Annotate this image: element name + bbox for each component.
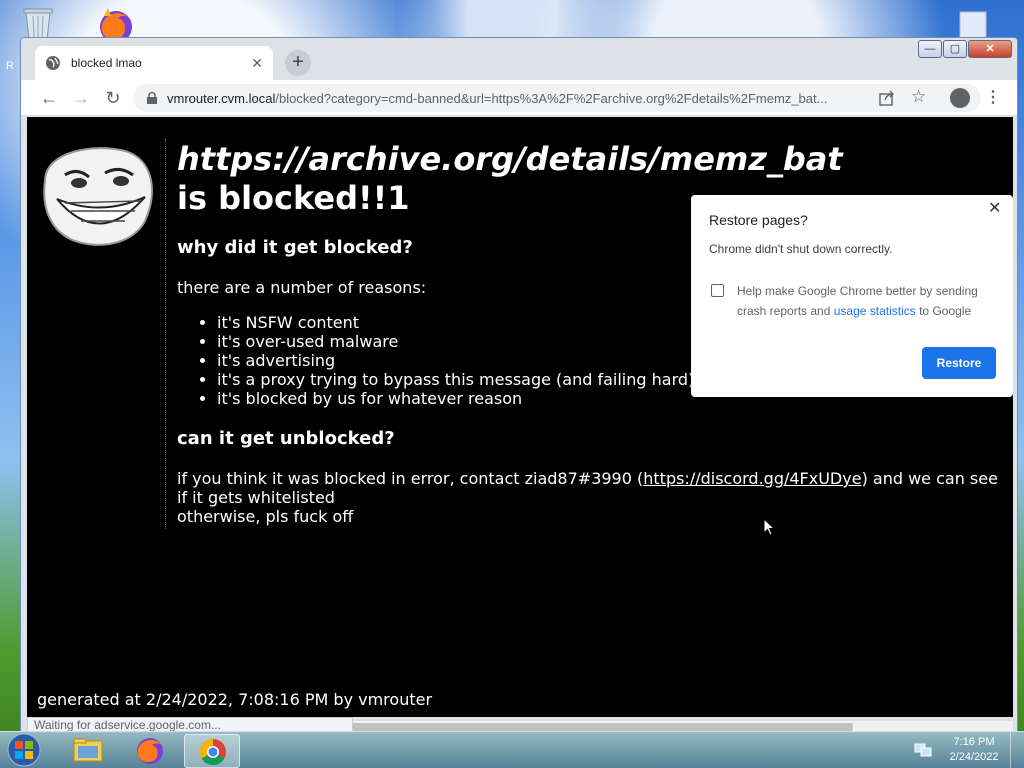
taskbar-firefox[interactable] [122,734,178,768]
restore-pages-dialog: Restore pages? ✕ Chrome didn't shut down… [691,195,1013,397]
browser-window: blocked lmao ✕ + — ▢ ✕ ← → ↻ vmrouter.cv… [20,37,1018,733]
dialog-message: Chrome didn't shut down correctly. [709,242,893,256]
start-orb-icon[interactable] [4,732,44,768]
tab-strip: blocked lmao ✕ + — ▢ ✕ [21,38,1017,80]
network-icon[interactable] [914,742,932,758]
checkbox-label-tail: to Google [915,304,972,318]
file-icon[interactable] [956,10,992,40]
unblock-text: if you think it was blocked in error, co… [177,469,644,488]
bookmark-star-icon[interactable]: ☆ [911,87,926,107]
trollface-image [43,147,153,246]
globe-icon [46,56,60,70]
explorer-icon [73,738,103,762]
share-icon[interactable] [879,90,895,106]
clock-time: 7:16 PM [953,736,995,748]
browser-toolbar: ← → ↻ vmrouter.cvm.local/blocked?categor… [21,80,1017,116]
forward-arrow-icon[interactable]: → [69,86,93,110]
dialog-title: Restore pages? [709,212,808,228]
restore-button[interactable]: Restore [922,347,996,379]
unblock-paragraph: if you think it was blocked in error, co… [177,469,1005,526]
taskbar-chrome[interactable] [184,734,240,768]
taskbar-explorer[interactable] [60,734,116,768]
back-arrow-icon[interactable]: ← [37,86,61,110]
lock-icon [147,92,157,104]
show-desktop-button[interactable] [1010,732,1024,768]
chrome-icon [199,738,226,766]
blocked-url-heading: https://archive.org/details/memz_bat [177,140,843,178]
usage-statistics-link[interactable]: usage statistics [834,304,916,318]
url-path: /blocked?category=cmd-banned&url=https%3… [275,90,828,106]
tab-blocked[interactable]: blocked lmao ✕ [35,46,273,80]
close-window-button[interactable]: ✕ [968,40,1012,58]
address-bar[interactable]: vmrouter.cvm.local/blocked?category=cmd-… [133,84,981,112]
discord-link[interactable]: https://discord.gg/4FxUDye [643,469,861,488]
unblock-closing: otherwise, pls fuck off [177,507,354,526]
firefox-icon [137,738,164,764]
kebab-menu-icon[interactable]: ⋮ [983,88,1003,108]
page-content: https://archive.org/details/memz_bat is … [27,117,1013,717]
tab-title: blocked lmao [71,56,142,70]
profile-avatar-icon[interactable] [950,88,970,108]
close-icon[interactable]: ✕ [988,198,1001,218]
crash-report-checkbox[interactable] [711,284,724,297]
desktop-icon-label: R [6,60,14,72]
taskbar: 7:16 PM 2/24/2022 [0,731,1024,768]
system-clock[interactable]: 7:16 PM 2/24/2022 [944,735,1004,765]
minimize-button[interactable]: — [918,40,942,58]
tab-close-icon[interactable]: ✕ [251,55,263,72]
new-tab-button[interactable]: + [285,50,311,76]
reload-icon[interactable]: ↻ [101,86,125,110]
checkbox-label: Help make Google Chrome better by sendin… [737,281,989,321]
unblock-heading: can it get unblocked? [177,428,395,449]
mouse-cursor-icon [763,518,775,536]
maximize-button[interactable]: ▢ [943,40,967,58]
url-host: vmrouter.cvm.local [167,90,276,106]
generated-footer: generated at 2/24/2022, 7:08:16 PM by vm… [37,690,433,709]
clock-date: 2/24/2022 [949,751,999,763]
